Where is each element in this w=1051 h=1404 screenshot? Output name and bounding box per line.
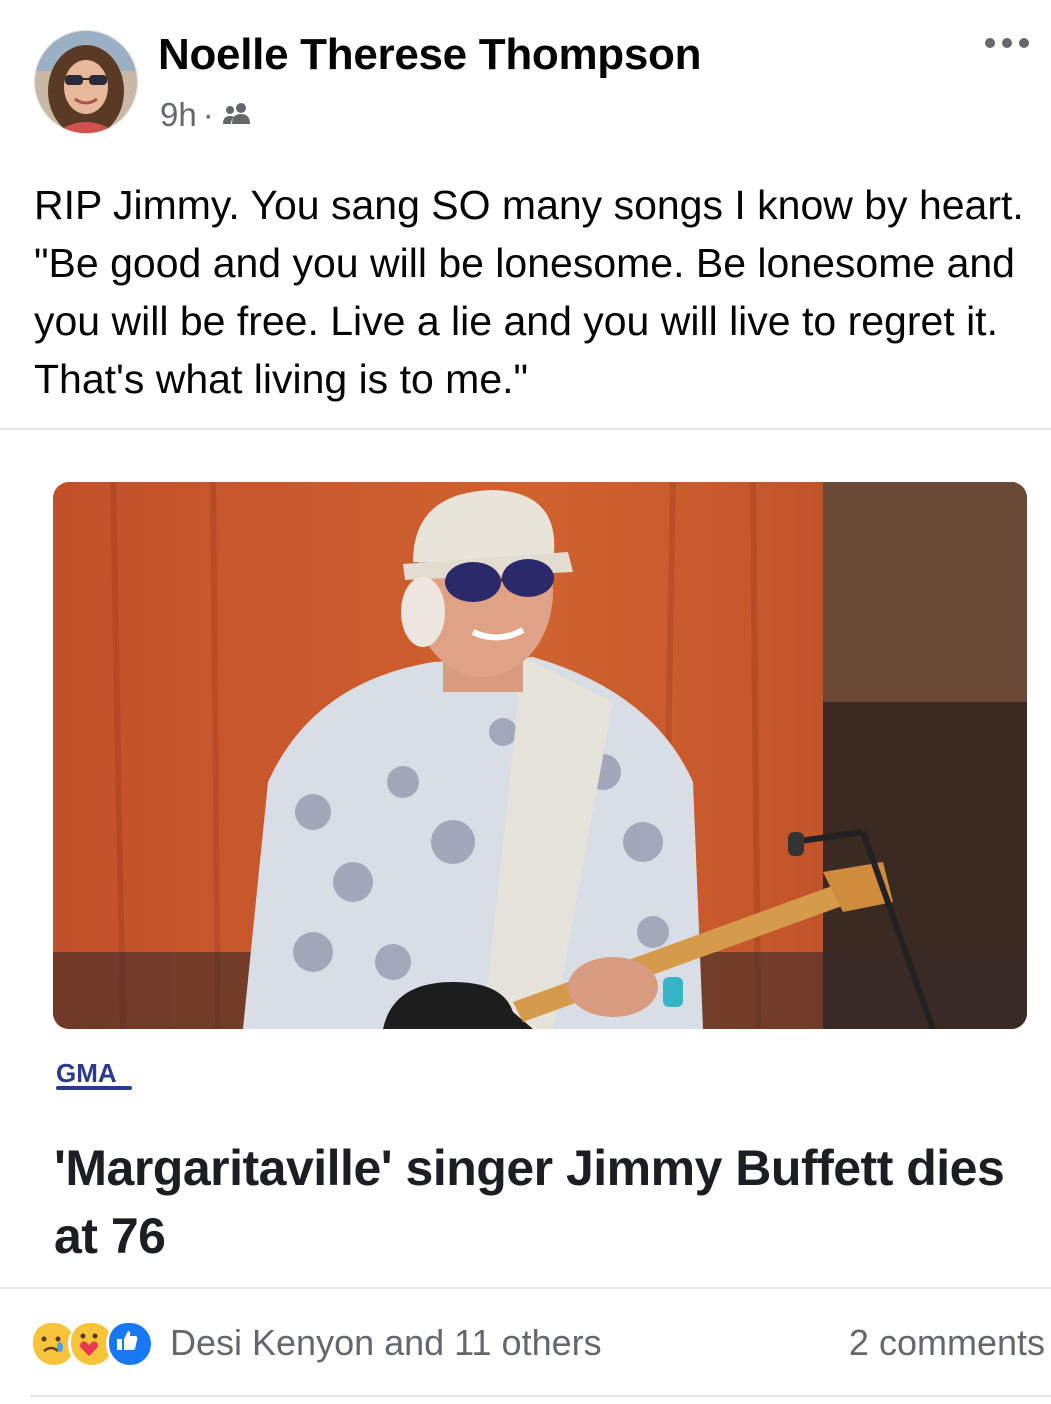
post-meta: 9h · <box>160 96 254 134</box>
divider <box>0 428 1051 430</box>
post-header: Noelle Therese Thompson 9h · <box>0 0 1051 150</box>
meta-separator: · <box>202 96 214 133</box>
post-text: RIP Jimmy. You sang SO many songs I know… <box>34 182 1024 402</box>
comments-count[interactable]: 2 comments <box>849 1322 1045 1364</box>
divider <box>0 1287 1051 1289</box>
link-headline[interactable]: 'Margaritaville' singer Jimmy Buffett di… <box>54 1134 1014 1270</box>
reaction-icons[interactable] <box>30 1320 154 1368</box>
like-reaction-icon <box>106 1320 154 1368</box>
divider <box>30 1395 1051 1397</box>
friends-icon[interactable] <box>222 96 254 134</box>
link-preview-image[interactable] <box>53 482 1027 1029</box>
author-avatar[interactable] <box>34 30 138 134</box>
post-time[interactable]: 9h <box>160 96 197 134</box>
link-source-logo[interactable]: GMA <box>56 1058 117 1089</box>
reaction-summary[interactable]: Desi Kenyon and 11 others <box>170 1322 602 1364</box>
link-source-underline <box>56 1086 132 1090</box>
more-options-icon[interactable] <box>985 28 1029 58</box>
author-name[interactable]: Noelle Therese Thompson <box>158 30 702 80</box>
